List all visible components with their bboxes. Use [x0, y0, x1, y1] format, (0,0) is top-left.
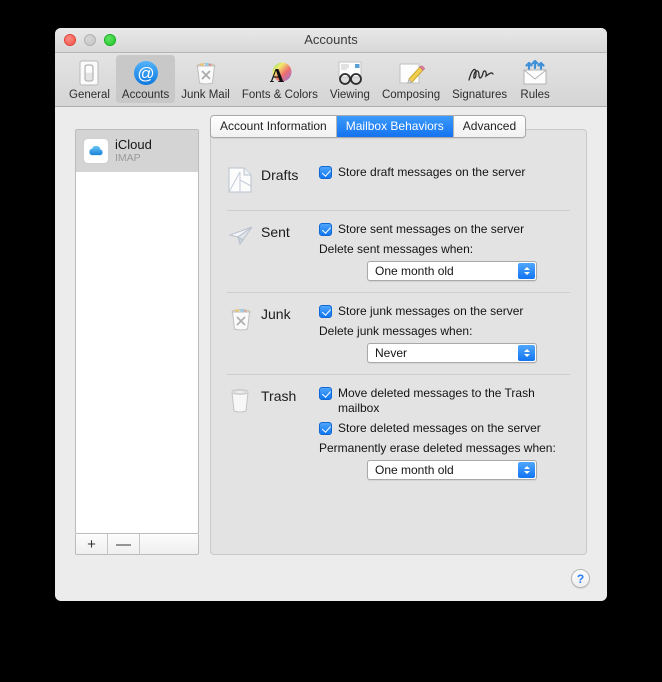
popup-value: One month old	[375, 264, 454, 278]
toolbar-item-fonts-colors[interactable]: A Fonts & Colors	[236, 55, 324, 103]
account-text: iCloud IMAP	[115, 138, 152, 164]
svg-text:A: A	[270, 65, 285, 87]
store-junk-checkbox[interactable]	[319, 305, 332, 318]
trash-bin-icon	[227, 386, 261, 480]
store-sent-checkbox[interactable]	[319, 223, 332, 236]
tab-mailbox-behaviors[interactable]: Mailbox Behaviors	[336, 116, 454, 137]
checkbox-row[interactable]: Store sent messages on the server	[319, 222, 570, 237]
preferences-body: iCloud IMAP + — Drafts Store draft messa…	[55, 107, 607, 600]
tab-advanced[interactable]: Advanced	[453, 116, 526, 137]
title-bar: Accounts	[55, 28, 607, 53]
account-name: iCloud	[115, 138, 152, 153]
toolbar-item-viewing[interactable]: Viewing	[324, 55, 376, 103]
signature-icon	[465, 58, 495, 88]
general-switch-icon	[74, 58, 104, 88]
toolbar-item-rules[interactable]: Rules	[513, 55, 557, 103]
popup-value: One month old	[375, 463, 454, 477]
chevron-updown-icon	[518, 462, 535, 478]
drafts-page-icon	[227, 165, 261, 199]
chevron-updown-icon	[518, 263, 535, 279]
section-title: Drafts	[261, 167, 299, 183]
toolbar-label: Accounts	[121, 89, 170, 101]
mailbox-behaviors-sections: Drafts Store draft messages on the serve…	[211, 154, 586, 491]
delete-junk-label: Delete junk messages when:	[319, 324, 473, 338]
glasses-icon	[335, 58, 365, 88]
toolbar-item-accounts[interactable]: @ Accounts	[115, 55, 176, 103]
chevron-updown-icon	[518, 345, 535, 361]
section-title: Sent	[261, 224, 290, 240]
move-deleted-checkbox[interactable]	[319, 387, 332, 400]
remove-account-button[interactable]: —	[108, 534, 140, 554]
section-fields: Store sent messages on the server Delete…	[319, 222, 570, 281]
section-title: Junk	[261, 306, 291, 322]
section-fields: Store junk messages on the server Delete…	[319, 304, 570, 363]
erase-deleted-label: Permanently erase deleted messages when:	[319, 441, 556, 455]
checkbox-label: Move deleted messages to the Trash mailb…	[338, 386, 535, 415]
sent-plane-icon	[227, 222, 261, 281]
section-fields: Store draft messages on the server	[319, 165, 570, 199]
store-drafts-checkbox[interactable]	[319, 166, 332, 179]
preferences-toolbar: General @ Accounts Junk Mail A Fonts & C…	[55, 53, 607, 107]
checkbox-label: Store sent messages on the server	[338, 222, 525, 236]
help-button[interactable]: ?	[571, 569, 590, 588]
delete-sent-label: Delete sent messages when:	[319, 242, 474, 256]
toolbar-item-junk-mail[interactable]: Junk Mail	[175, 55, 236, 103]
toolbar-item-composing[interactable]: Composing	[376, 55, 446, 103]
checkbox-label: Store draft messages on the server	[338, 165, 526, 179]
settings-pane: Drafts Store draft messages on the serve…	[210, 129, 587, 555]
store-deleted-checkbox[interactable]	[319, 422, 332, 435]
icloud-icon	[83, 138, 109, 164]
settings-tabs: Account Information Mailbox Behaviors Ad…	[210, 115, 527, 138]
junk-bin-icon	[227, 304, 261, 363]
section-sent: Sent Store sent messages on the server D…	[211, 211, 586, 292]
window-title: Accounts	[304, 32, 358, 47]
account-row-icloud[interactable]: iCloud IMAP	[76, 130, 198, 172]
add-account-button[interactable]: +	[76, 534, 108, 554]
section-drafts: Drafts Store draft messages on the serve…	[211, 154, 586, 210]
toolbar-label: Viewing	[329, 89, 370, 101]
checkbox-row[interactable]: Store junk messages on the server	[319, 304, 570, 319]
toolbar-item-general[interactable]: General	[63, 55, 116, 103]
toolbar-label: Signatures	[452, 89, 508, 101]
accounts-list-toolbar: + —	[75, 534, 199, 555]
rules-envelope-icon	[520, 58, 550, 88]
font-colors-icon: A	[265, 58, 295, 88]
svg-text:@: @	[137, 64, 154, 83]
account-type: IMAP	[115, 151, 141, 164]
checkbox-row[interactable]: Move deleted messages to the Trash mailb…	[319, 386, 570, 416]
accounts-preferences-window: Accounts General @ Accounts Junk Mail A …	[55, 28, 607, 601]
erase-deleted-popup[interactable]: One month old	[367, 460, 537, 480]
toolbar-filler	[140, 534, 198, 554]
popup-value: Never	[375, 346, 408, 360]
toolbar-label: Composing	[381, 89, 441, 101]
section-junk: Junk Store junk messages on the server D…	[211, 293, 586, 374]
section-title: Trash	[261, 388, 297, 404]
toolbar-item-signatures[interactable]: Signatures	[446, 55, 513, 103]
junk-trash-icon	[191, 58, 221, 88]
delete-junk-popup[interactable]: Never	[367, 343, 537, 363]
toolbar-label: Fonts & Colors	[241, 89, 318, 101]
checkbox-label: Store junk messages on the server	[338, 304, 524, 318]
toolbar-label: Rules	[520, 89, 550, 101]
checkbox-row[interactable]: Store draft messages on the server	[319, 165, 570, 180]
toolbar-label: Junk Mail	[181, 89, 230, 101]
section-trash: Trash Move deleted messages to the Trash…	[211, 375, 586, 491]
at-sign-icon: @	[131, 58, 161, 88]
delete-sent-popup[interactable]: One month old	[367, 261, 537, 281]
checkbox-row[interactable]: Store deleted messages on the server	[319, 421, 570, 436]
pencil-paper-icon	[396, 58, 426, 88]
section-fields: Move deleted messages to the Trash mailb…	[319, 386, 570, 480]
checkbox-label: Store deleted messages on the server	[338, 421, 541, 435]
accounts-list[interactable]: iCloud IMAP	[75, 129, 199, 534]
tab-account-information[interactable]: Account Information	[211, 116, 337, 137]
toolbar-label: General	[69, 89, 110, 101]
